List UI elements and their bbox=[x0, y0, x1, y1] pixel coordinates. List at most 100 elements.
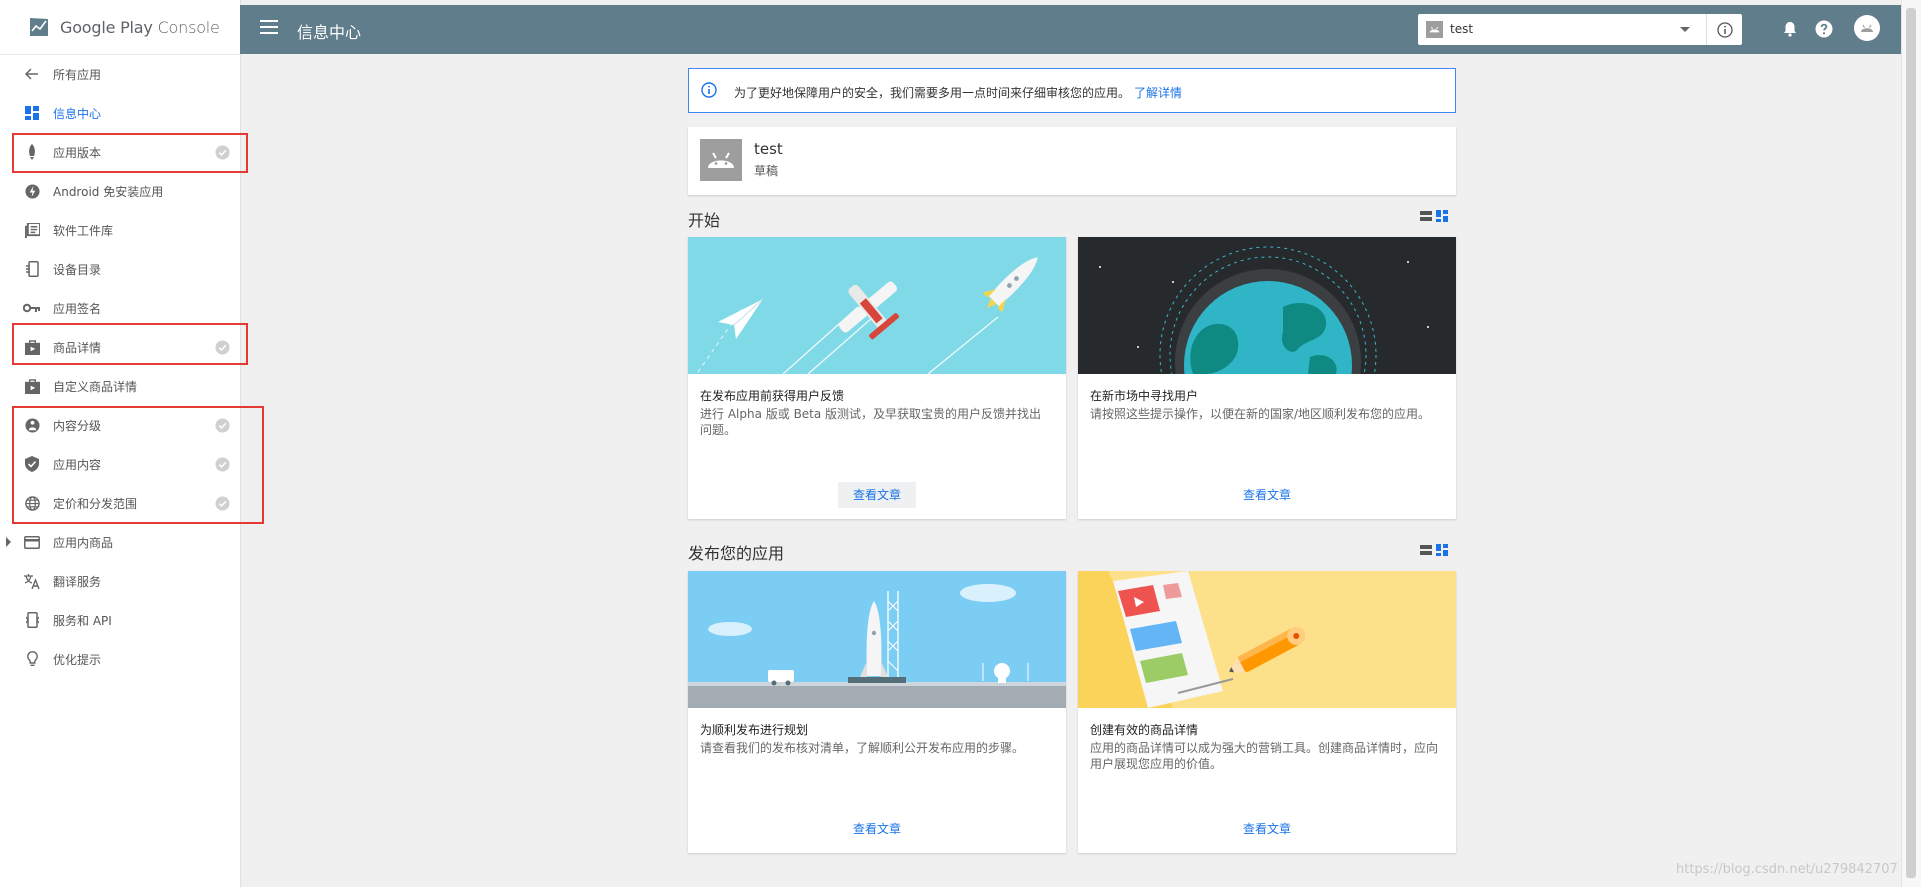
list-view-icon[interactable] bbox=[1420, 544, 1432, 556]
sidebar-item-label: 应用签名 bbox=[53, 302, 102, 316]
sidebar-item-device-catalog[interactable]: 设备目录 bbox=[0, 250, 240, 289]
sidebar-item-translation[interactable]: 翻译服务 bbox=[0, 562, 240, 601]
card-title: 为顺利发布进行规划 bbox=[700, 723, 809, 737]
sidebar-item-pricing-distribution[interactable]: 定价和分发范围 bbox=[0, 484, 240, 523]
illustration-plane-rocket bbox=[688, 237, 1066, 374]
card-description: 应用的商品详情可以成为强大的营销工具。创建商品详情时，应向用户展现您应用的价值。 bbox=[1090, 741, 1439, 771]
sidebar-item-instant-apps[interactable]: Android 免安装应用 bbox=[0, 172, 240, 211]
credit-card-icon bbox=[23, 533, 41, 551]
view-toggle bbox=[1420, 544, 1448, 558]
card-description: 请按照这些提示操作，以便在新的国家/地区顺利发布您的应用。 bbox=[1090, 407, 1431, 421]
article-card-store-listing: 创建有效的商品详情 应用的商品详情可以成为强大的营销工具。创建商品详情时，应向用… bbox=[1078, 571, 1456, 853]
notifications-bell-icon[interactable] bbox=[1780, 19, 1800, 39]
grid-view-icon[interactable] bbox=[1436, 544, 1448, 556]
sidebar-item-dashboard[interactable]: 信息中心 bbox=[0, 94, 240, 133]
globe-icon bbox=[23, 494, 41, 512]
sidebar-item-optimization-tips[interactable]: 优化提示 bbox=[0, 640, 240, 679]
rocket-icon bbox=[23, 143, 41, 161]
app-selector[interactable]: test bbox=[1418, 14, 1742, 45]
sidebar-item-store-listing[interactable]: 商品详情 bbox=[0, 328, 240, 367]
check-circle-icon bbox=[215, 457, 230, 472]
sidebar-item-label: 优化提示 bbox=[53, 653, 102, 667]
view-article-button[interactable]: 查看文章 bbox=[1228, 482, 1306, 508]
translate-icon bbox=[23, 572, 41, 590]
sidebar-item-custom-store-listing[interactable]: 自定义商品详情 bbox=[0, 367, 240, 406]
device-catalog-icon bbox=[23, 260, 41, 278]
chevron-down-icon[interactable] bbox=[1680, 27, 1690, 32]
scrollbar-thumb[interactable] bbox=[1906, 8, 1916, 878]
sidebar-item-label: 内容分级 bbox=[53, 419, 102, 433]
android-icon bbox=[708, 152, 734, 168]
illustration-globe bbox=[1078, 237, 1456, 374]
sidebar-item-content-rating[interactable]: 内容分级 bbox=[0, 406, 240, 445]
sidebar-item-artifact-library[interactable]: 软件工件库 bbox=[0, 211, 240, 250]
section-title-publish: 发布您的应用 bbox=[688, 544, 785, 563]
sidebar-item-in-app-products[interactable]: 应用内商品 bbox=[0, 523, 240, 562]
check-circle-icon bbox=[215, 418, 230, 433]
card-title: 创建有效的商品详情 bbox=[1090, 723, 1199, 737]
help-icon[interactable] bbox=[1814, 19, 1834, 39]
key-icon bbox=[23, 299, 41, 317]
sidebar-item-label: 所有应用 bbox=[53, 68, 102, 82]
logo-text: Google Play Console bbox=[60, 17, 220, 37]
sidebar-item-all-apps[interactable]: 所有应用 bbox=[0, 55, 240, 94]
sidebar-item-label: 应用内商品 bbox=[53, 536, 114, 550]
store-listing-icon bbox=[23, 338, 41, 356]
check-circle-icon bbox=[215, 340, 230, 355]
info-icon bbox=[701, 82, 717, 98]
dashboard-icon bbox=[23, 104, 41, 122]
sidebar: Google Play Console 所有应用 信息中心 应用版本 Andro… bbox=[0, 0, 264, 887]
api-icon bbox=[23, 611, 41, 629]
info-icon bbox=[1716, 21, 1733, 38]
sidebar-item-app-signing[interactable]: 应用签名 bbox=[0, 289, 240, 328]
check-circle-icon bbox=[215, 496, 230, 511]
sidebar-item-app-content[interactable]: 应用内容 bbox=[0, 445, 240, 484]
list-view-icon[interactable] bbox=[1420, 210, 1432, 222]
view-article-button[interactable]: 查看文章 bbox=[838, 816, 916, 842]
card-description: 请查看我们的发布核对清单，了解顺利公开发布应用的步骤。 bbox=[700, 741, 1025, 755]
illustration-store-listing bbox=[1078, 571, 1456, 708]
library-icon bbox=[23, 221, 41, 239]
sidebar-item-label: 信息中心 bbox=[53, 107, 102, 121]
notice-text: 为了更好地保障用户的安全，我们需要多用一点时间来仔细审核您的应用。 了解详情 bbox=[734, 86, 1183, 100]
view-article-button[interactable]: 查看文章 bbox=[838, 482, 916, 508]
view-toggle bbox=[1420, 210, 1448, 224]
sidebar-item-label: 设备目录 bbox=[53, 263, 102, 277]
back-arrow-icon bbox=[23, 65, 41, 83]
play-console-logo-icon bbox=[30, 18, 48, 36]
watermark-text: https://blog.csdn.net/u279842707 bbox=[1676, 862, 1898, 877]
app-info-button[interactable] bbox=[1706, 14, 1742, 45]
content-rating-icon bbox=[23, 416, 41, 434]
app-icon bbox=[700, 139, 742, 181]
page-scrollbar[interactable] bbox=[1901, 0, 1921, 887]
article-card-feedback: 在发布应用前获得用户反馈 进行 Alpha 版或 Beta 版测试，及早获取宝贵… bbox=[688, 237, 1066, 519]
section-title-get-started: 开始 bbox=[688, 211, 721, 230]
sidebar-item-services-api[interactable]: 服务和 API bbox=[0, 601, 240, 640]
custom-listing-icon bbox=[23, 377, 41, 395]
app-name: test bbox=[754, 140, 783, 158]
lightbulb-icon bbox=[23, 650, 41, 668]
sidebar-item-label: 商品详情 bbox=[53, 341, 102, 355]
card-title: 在新市场中寻找用户 bbox=[1090, 389, 1199, 403]
sidebar-item-label: 应用版本 bbox=[53, 146, 102, 160]
view-article-button[interactable]: 查看文章 bbox=[1228, 816, 1306, 842]
sidebar-item-label: 服务和 API bbox=[53, 614, 112, 628]
illustration-launch-pad bbox=[688, 571, 1066, 708]
app-summary-card: test 草稿 bbox=[688, 127, 1456, 195]
check-circle-icon bbox=[215, 145, 230, 160]
sidebar-item-label: 定价和分发范围 bbox=[53, 497, 138, 511]
instant-bolt-icon bbox=[23, 182, 41, 200]
logo[interactable]: Google Play Console bbox=[0, 0, 240, 55]
card-title: 在发布应用前获得用户反馈 bbox=[700, 389, 845, 403]
expand-caret-icon[interactable] bbox=[6, 537, 11, 547]
grid-view-icon[interactable] bbox=[1436, 210, 1448, 222]
hamburger-menu-icon[interactable] bbox=[260, 20, 278, 36]
sidebar-item-app-releases[interactable]: 应用版本 bbox=[0, 133, 240, 172]
article-card-new-markets: 在新市场中寻找用户 请按照这些提示操作，以便在新的国家/地区顺利发布您的应用。 … bbox=[1078, 237, 1456, 519]
learn-more-link[interactable]: 了解详情 bbox=[1134, 86, 1182, 100]
shield-icon bbox=[23, 455, 41, 473]
review-notice-banner: 为了更好地保障用户的安全，我们需要多用一点时间来仔细审核您的应用。 了解详情 bbox=[688, 68, 1456, 113]
account-avatar[interactable] bbox=[1854, 15, 1880, 41]
sidebar-item-label: Android 免安装应用 bbox=[53, 185, 164, 199]
android-icon bbox=[1426, 21, 1443, 38]
